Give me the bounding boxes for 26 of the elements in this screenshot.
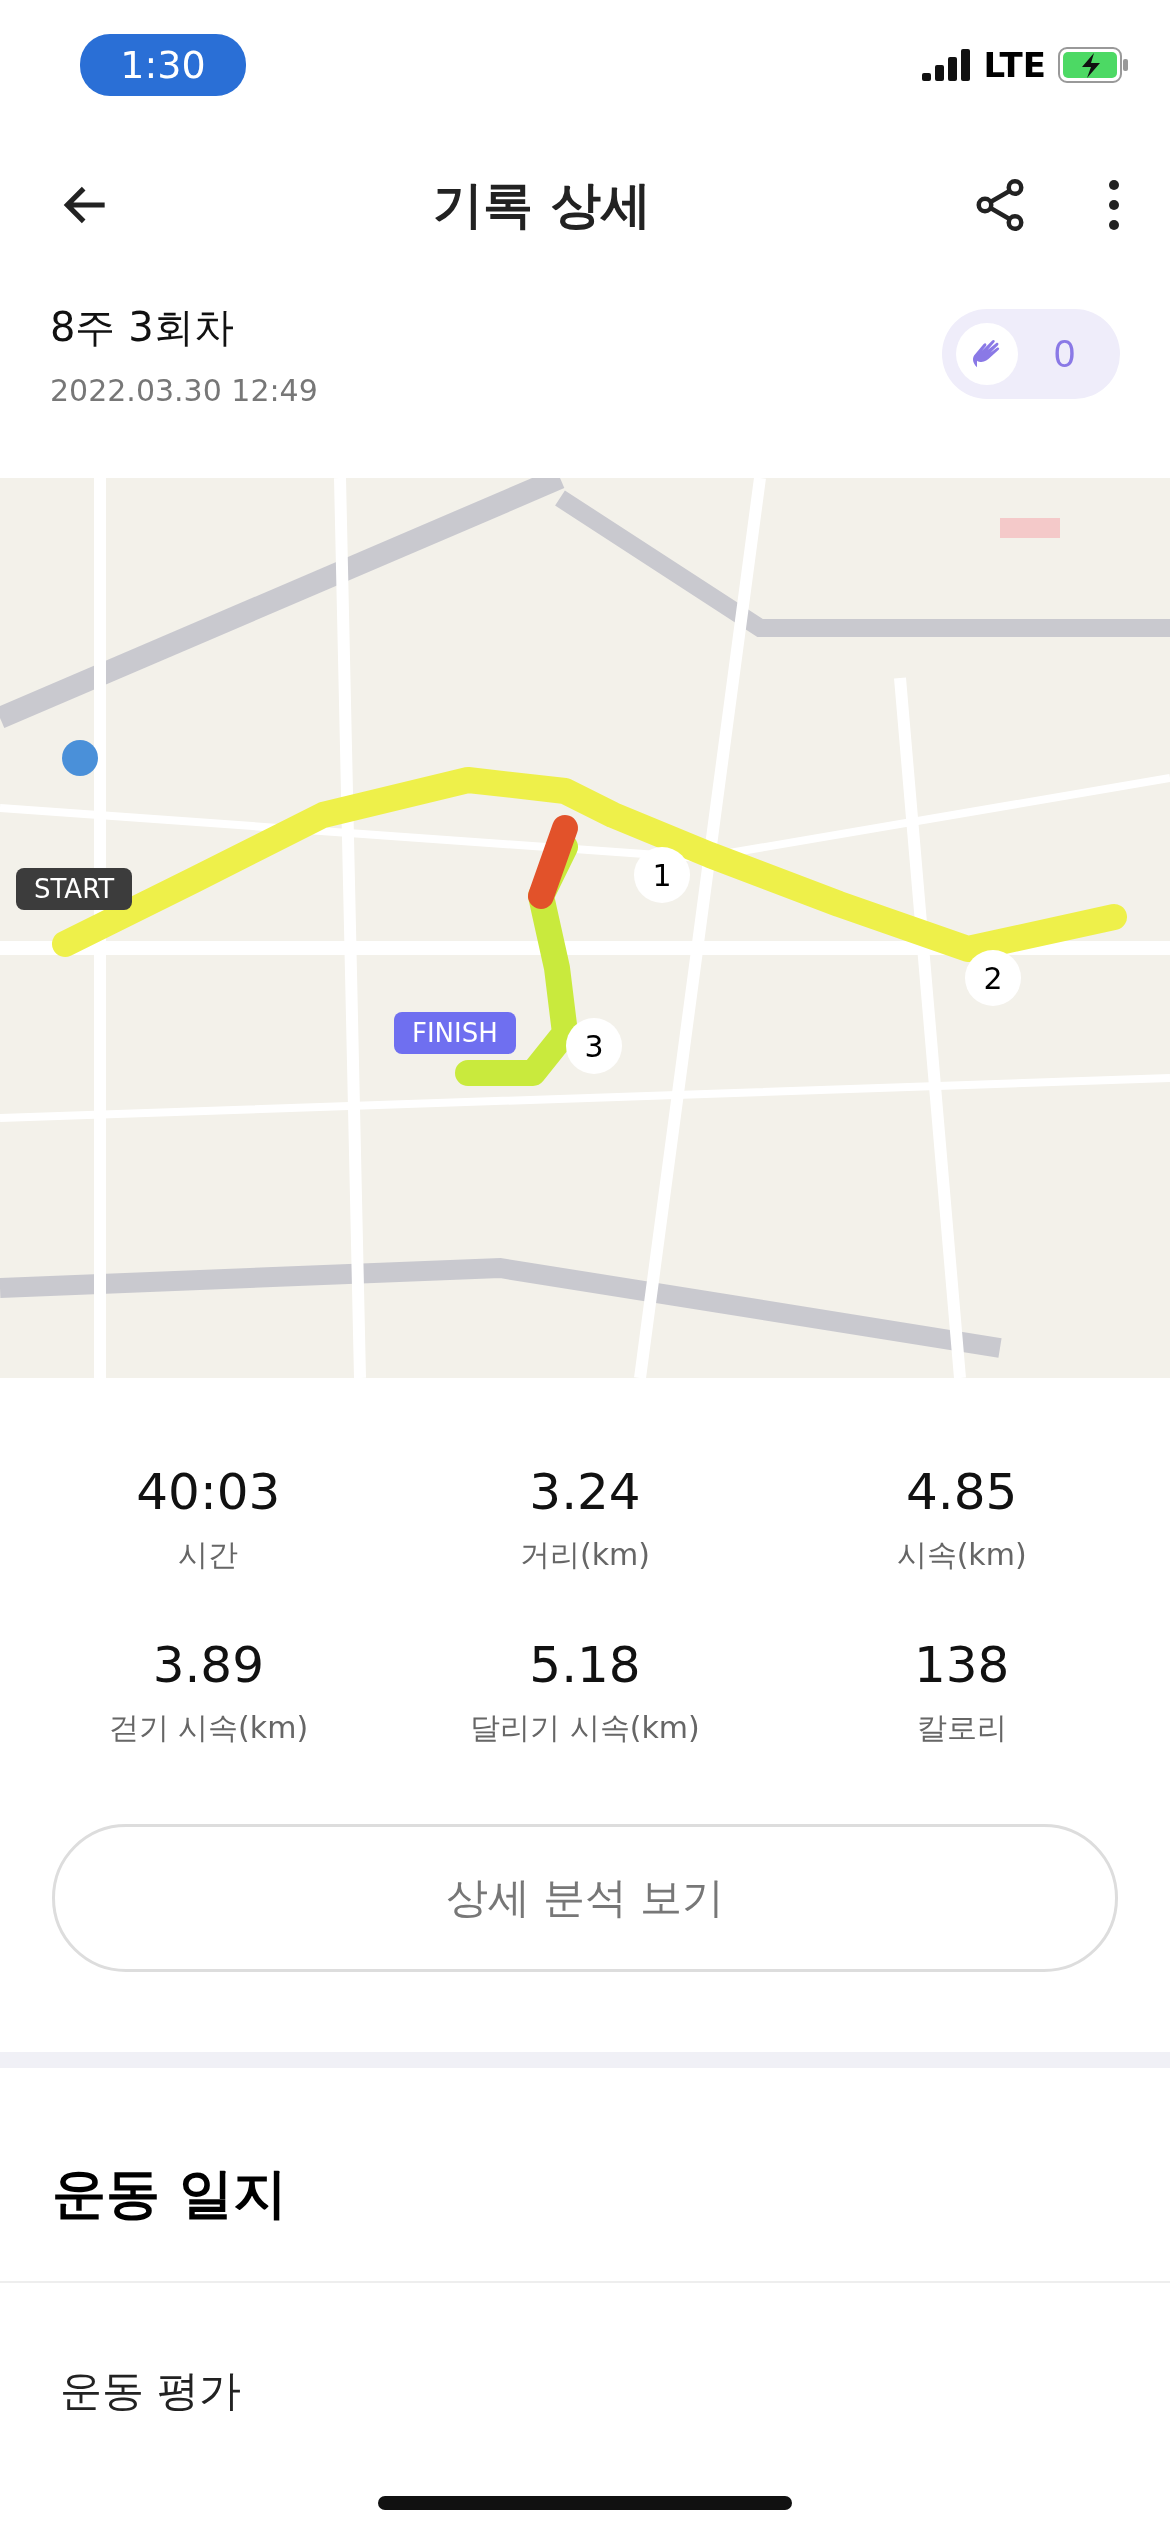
stat-label: 시간 xyxy=(178,1536,239,1574)
finish-label: FINISH xyxy=(394,1012,516,1054)
stat-value: 138 xyxy=(913,1636,1010,1694)
stat-value: 40:03 xyxy=(136,1463,281,1521)
stat-label: 칼로리 xyxy=(916,1709,1007,1747)
stat-label: 달리기 시속(km) xyxy=(470,1709,700,1747)
network-type: LTE xyxy=(983,45,1046,85)
page-title: 기록 상세 xyxy=(433,174,651,236)
clap-button[interactable]: 0 xyxy=(942,309,1120,399)
record-date: 2022.03.30 12:49 xyxy=(50,373,318,408)
journal-item[interactable]: 운동 평가 xyxy=(0,2283,1170,2499)
status-time: 1:30 xyxy=(80,34,246,96)
stat-value: 4.85 xyxy=(906,1463,1018,1521)
record-title: 8주 3회차 xyxy=(50,303,235,352)
stat-label: 걷기 시속(km) xyxy=(108,1709,309,1747)
more-icon xyxy=(1106,179,1122,231)
start-label: START xyxy=(16,868,133,910)
signal-icon xyxy=(921,49,972,81)
stat-value: 3.24 xyxy=(529,1463,641,1521)
stat-value: 5.18 xyxy=(529,1636,641,1694)
stat-label: 거리(km) xyxy=(520,1536,650,1574)
battery-icon xyxy=(1058,47,1130,83)
stat-value: 3.89 xyxy=(152,1636,264,1694)
detail-analysis-button[interactable]: 상세 분석 보기 xyxy=(52,1824,1118,1972)
stat-label: 시속(km) xyxy=(896,1536,1027,1574)
section-title: 운동 일지 xyxy=(51,2161,288,2227)
